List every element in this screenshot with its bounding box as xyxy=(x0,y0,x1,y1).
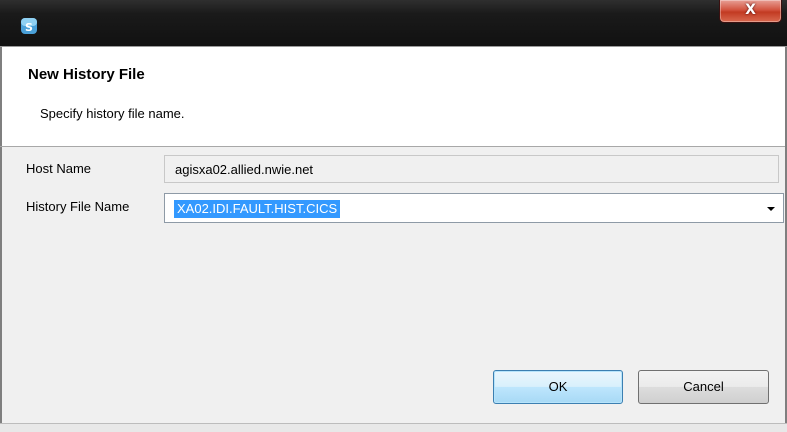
close-button[interactable]: X xyxy=(719,0,782,23)
host-name-label: Host Name xyxy=(26,161,92,176)
svg-text:S: S xyxy=(25,21,33,34)
cancel-button[interactable]: Cancel xyxy=(638,370,769,404)
ok-button[interactable]: OK xyxy=(493,370,623,404)
dialog-header: New History File Specify history file na… xyxy=(0,47,787,147)
chevron-down-icon[interactable] xyxy=(767,207,775,211)
dialog-title: New History File xyxy=(28,66,145,83)
dialog-body: Host Name agisxa02.allied.nwie.net Histo… xyxy=(0,147,787,423)
app-logo-icon: S xyxy=(21,18,37,34)
host-name-field: agisxa02.allied.nwie.net xyxy=(164,155,779,183)
host-name-value: agisxa02.allied.nwie.net xyxy=(175,162,314,177)
dialog-description: Specify history file name. xyxy=(40,106,185,121)
history-file-name-label: History File Name xyxy=(26,199,130,214)
title-bar: S X xyxy=(0,0,787,47)
close-icon: X xyxy=(745,2,756,18)
history-file-name-combo[interactable]: XA02.IDI.FAULT.HIST.CICS xyxy=(164,193,784,223)
history-file-name-value[interactable]: XA02.IDI.FAULT.HIST.CICS xyxy=(174,200,341,218)
